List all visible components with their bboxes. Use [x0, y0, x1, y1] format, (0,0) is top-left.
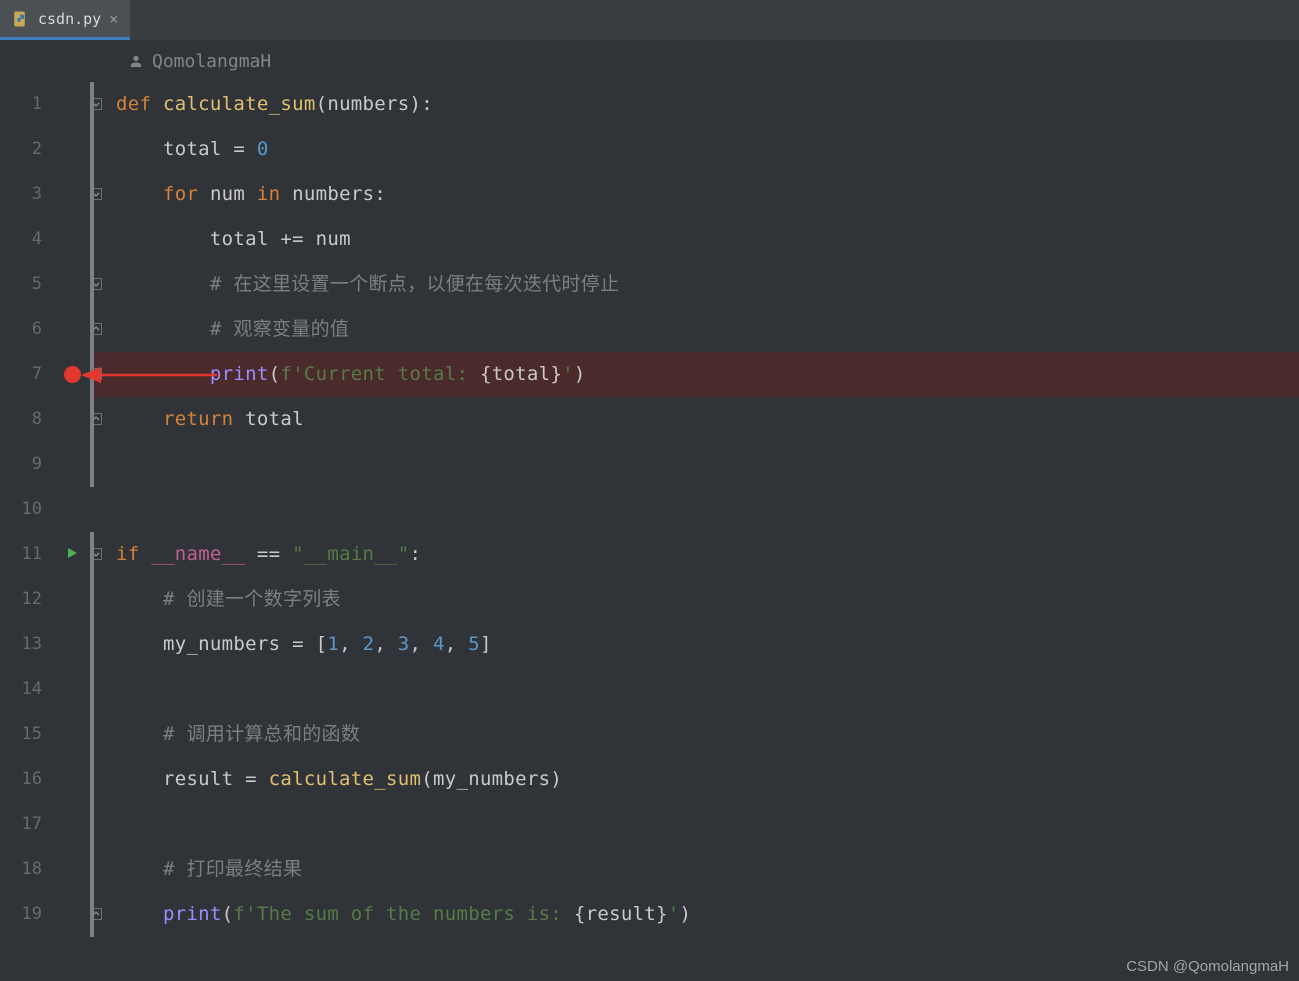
author-bar: QomolangmaH — [0, 40, 1299, 82]
code-line[interactable]: 5 # 在这里设置一个断点，以便在每次迭代时停止 — [0, 262, 1299, 307]
code-text[interactable]: total = 0 — [116, 127, 269, 172]
author-name: QomolangmaH — [152, 51, 271, 72]
line-number[interactable]: 19 — [0, 892, 54, 937]
code-line[interactable]: 13 my_numbers = [1, 2, 3, 4, 5] — [0, 622, 1299, 667]
code-line[interactable]: 7 print(f'Current total: {total}') — [0, 352, 1299, 397]
code-text[interactable]: return total — [116, 397, 304, 442]
code-line[interactable]: 3 for num in numbers: — [0, 172, 1299, 217]
watermark: CSDN @QomolangmaH — [1126, 958, 1289, 975]
line-number[interactable]: 13 — [0, 622, 54, 667]
line-number[interactable]: 17 — [0, 802, 54, 847]
code-line[interactable]: 9 — [0, 442, 1299, 487]
file-tab[interactable]: csdn.py × — [0, 0, 130, 40]
line-number[interactable]: 2 — [0, 127, 54, 172]
line-number[interactable]: 3 — [0, 172, 54, 217]
code-text[interactable]: # 调用计算总和的函数 — [116, 712, 360, 757]
code-text[interactable]: if __name__ == "__main__": — [116, 532, 421, 577]
code-text[interactable]: # 观察变量的值 — [116, 307, 349, 352]
gutter-marker[interactable] — [54, 532, 90, 577]
code-line[interactable]: 2 total = 0 — [0, 127, 1299, 172]
line-number[interactable]: 9 — [0, 442, 54, 487]
code-line[interactable]: 11 if __name__ == "__main__": — [0, 532, 1299, 577]
code-line[interactable]: 18 # 打印最终结果 — [0, 847, 1299, 892]
code-line[interactable]: 14 — [0, 667, 1299, 712]
run-icon[interactable] — [65, 532, 79, 577]
code-text[interactable]: my_numbers = [1, 2, 3, 4, 5] — [116, 622, 492, 667]
line-number[interactable]: 5 — [0, 262, 54, 307]
code-text[interactable]: result = calculate_sum(my_numbers) — [116, 757, 562, 802]
code-text[interactable]: for num in numbers: — [116, 172, 386, 217]
tab-filename: csdn.py — [38, 10, 101, 28]
line-number[interactable]: 7 — [0, 352, 54, 397]
line-number[interactable]: 1 — [0, 82, 54, 127]
line-number[interactable]: 18 — [0, 847, 54, 892]
line-number[interactable]: 14 — [0, 667, 54, 712]
gutter-marker[interactable] — [54, 366, 90, 383]
line-number[interactable]: 8 — [0, 397, 54, 442]
tab-bar: csdn.py × — [0, 0, 1299, 40]
line-number[interactable]: 10 — [0, 487, 54, 532]
code-line[interactable]: 8 return total — [0, 397, 1299, 442]
line-number[interactable]: 15 — [0, 712, 54, 757]
python-file-icon — [12, 10, 30, 28]
code-text[interactable]: print(f'The sum of the numbers is: {resu… — [116, 892, 691, 937]
code-line[interactable]: 1 def calculate_sum(numbers): — [0, 82, 1299, 127]
close-icon[interactable]: × — [109, 10, 118, 28]
code-text[interactable]: total += num — [116, 217, 351, 262]
line-number[interactable]: 4 — [0, 217, 54, 262]
line-number[interactable]: 12 — [0, 577, 54, 622]
person-icon — [128, 53, 144, 69]
code-text[interactable]: # 打印最终结果 — [116, 847, 302, 892]
code-line[interactable]: 17 — [0, 802, 1299, 847]
breakpoint-icon[interactable] — [64, 366, 81, 383]
line-number[interactable]: 6 — [0, 307, 54, 352]
code-text[interactable]: # 在这里设置一个断点，以便在每次迭代时停止 — [116, 262, 619, 307]
code-text[interactable]: def calculate_sum(numbers): — [116, 82, 433, 127]
code-text[interactable]: print(f'Current total: {total}') — [116, 352, 586, 397]
code-line[interactable]: 10 — [0, 487, 1299, 532]
code-line[interactable]: 16 result = calculate_sum(my_numbers) — [0, 757, 1299, 802]
code-line[interactable]: 6 # 观察变量的值 — [0, 307, 1299, 352]
code-line[interactable]: 12 # 创建一个数字列表 — [0, 577, 1299, 622]
code-editor[interactable]: 1def calculate_sum(numbers):2 total = 03… — [0, 82, 1299, 937]
code-line[interactable]: 4 total += num — [0, 217, 1299, 262]
line-number[interactable]: 11 — [0, 532, 54, 577]
code-text[interactable]: # 创建一个数字列表 — [116, 577, 341, 622]
code-line[interactable]: 19 print(f'The sum of the numbers is: {r… — [0, 892, 1299, 937]
code-line[interactable]: 15 # 调用计算总和的函数 — [0, 712, 1299, 757]
line-number[interactable]: 16 — [0, 757, 54, 802]
